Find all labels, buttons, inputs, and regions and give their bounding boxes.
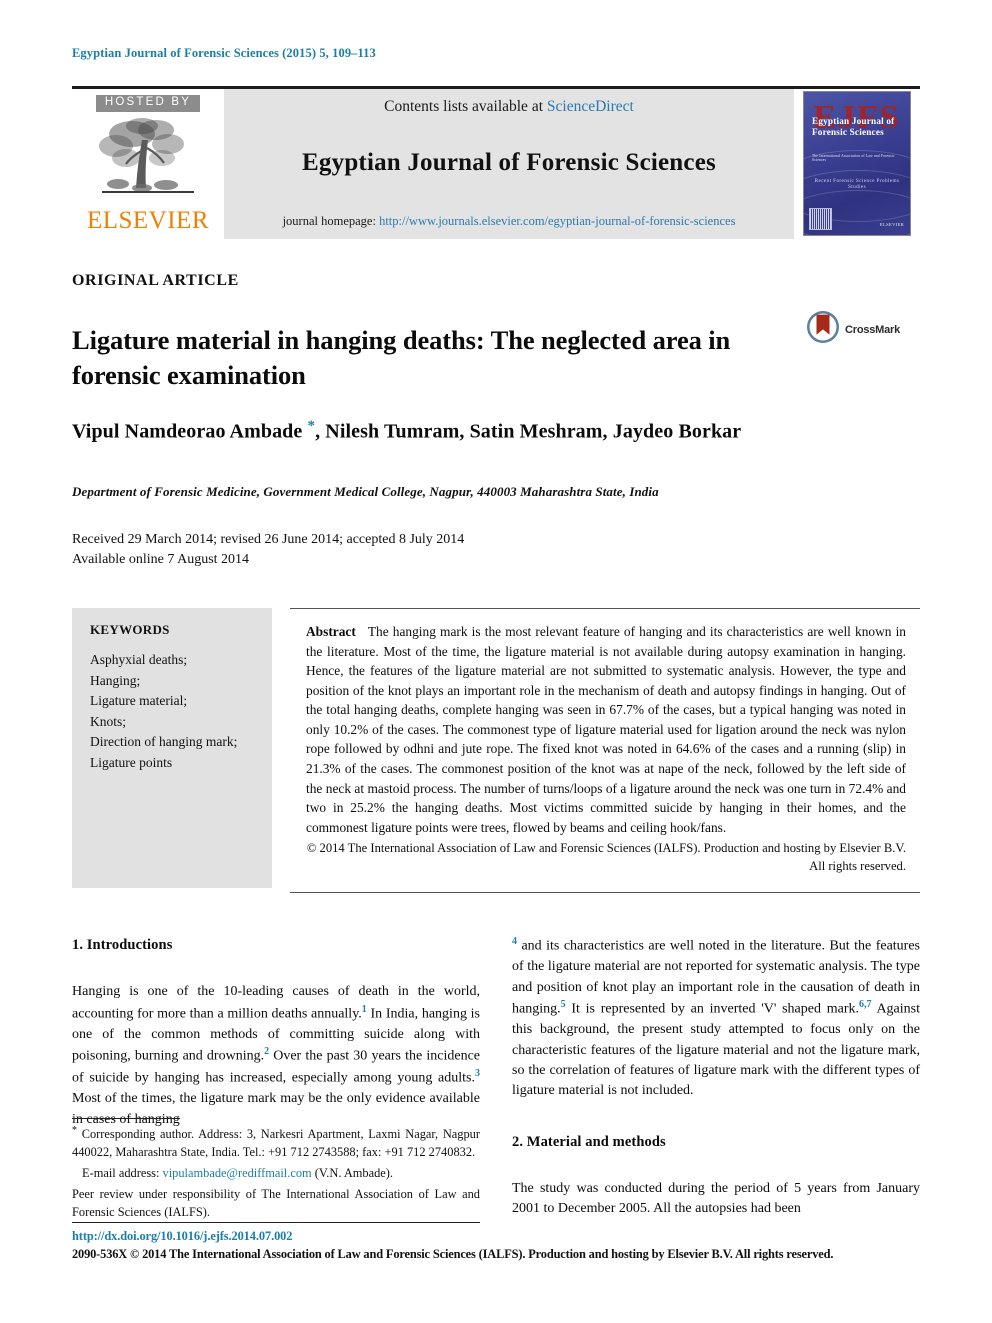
reference-link-6-7[interactable]: 6,7 bbox=[859, 999, 872, 1010]
received-dates: Received 29 March 2014; revised 26 June … bbox=[72, 532, 465, 547]
abstract-text: The hanging mark is the most relevant fe… bbox=[306, 624, 906, 835]
contents-prefix: Contents lists available at bbox=[384, 98, 544, 115]
cover-title: Egyptian Journal of Forensic Sciences bbox=[812, 116, 895, 138]
masthead-center: Contents lists available at ScienceDirec… bbox=[224, 89, 794, 239]
corresponding-author-note: * Corresponding author. Address: 3, Nark… bbox=[72, 1124, 480, 1162]
crossmark-icon bbox=[806, 310, 840, 349]
article-type: ORIGINAL ARTICLE bbox=[72, 272, 239, 289]
keywords-box: KEYWORDS Asphyxial deaths; Hanging; Liga… bbox=[72, 608, 272, 888]
footer-copyright: 2090-536X © 2014 The International Assoc… bbox=[72, 1246, 834, 1261]
email-label: E-mail address: bbox=[82, 1165, 160, 1180]
doi-link[interactable]: http://dx.doi.org/10.1016/j.ejfs.2014.07… bbox=[72, 1228, 922, 1246]
elsevier-tree-icon bbox=[96, 116, 200, 207]
affiliation: Department of Forensic Medicine, Governm… bbox=[72, 484, 659, 499]
footnote-block: * Corresponding author. Address: 3, Nark… bbox=[72, 1118, 480, 1224]
section-heading-material-methods: 2. Material and methods bbox=[512, 1133, 666, 1150]
body-column-left: 1. Introductions Hanging is one of the 1… bbox=[72, 935, 480, 1142]
abstract-rule-bottom bbox=[290, 892, 920, 893]
sciencedirect-link[interactable]: ScienceDirect bbox=[547, 98, 634, 115]
abstract-copyright: © 2014 The International Association of … bbox=[306, 841, 906, 874]
cover-subtitle: The International Association of Law and… bbox=[812, 154, 895, 162]
email-owner: (V.N. Ambade). bbox=[314, 1165, 394, 1180]
section-heading-introduction: 1. Introductions bbox=[72, 937, 173, 953]
abstract-label: Abstract bbox=[306, 624, 356, 639]
corresponding-author-marker: * bbox=[307, 418, 316, 434]
article-page: Egyptian Journal of Forensic Sciences (2… bbox=[0, 0, 992, 1323]
methods-paragraph: The study was conducted during the perio… bbox=[512, 1180, 920, 1217]
footer-rule bbox=[72, 1222, 480, 1223]
cover-barcode-icon bbox=[809, 208, 832, 230]
crossmark-badge[interactable]: CrossMark bbox=[806, 310, 900, 349]
page-footer: http://dx.doi.org/10.1016/j.ejfs.2014.07… bbox=[72, 1228, 922, 1263]
cover-publisher: ELSEVIER bbox=[879, 222, 904, 228]
cover-band-text: Recent Forensic Science Problems Studies bbox=[814, 178, 900, 190]
hosted-by-badge: HOSTED BY bbox=[95, 95, 201, 112]
keywords-heading: KEYWORDS bbox=[90, 622, 170, 637]
article-title: Ligature material in hanging deaths: The… bbox=[72, 324, 731, 390]
intro-text-f: It is represented by an inverted 'V' sha… bbox=[565, 1001, 859, 1017]
introduction-paragraph-right: Most of the times, the ligature mark may… bbox=[512, 935, 920, 1102]
author-names-rest: , Nilesh Tumram, Satin Meshram, Jaydeo B… bbox=[315, 420, 742, 443]
available-online-date: Available online 7 August 2014 bbox=[72, 552, 250, 568]
email-note: E-mail address: vipulambade@rediffmail.c… bbox=[72, 1165, 480, 1183]
abstract-block: Abstract The hanging mark is the most rel… bbox=[306, 622, 906, 875]
corresponding-author-text: Corresponding author. Address: 3, Narkes… bbox=[72, 1127, 480, 1159]
journal-cover-image: EJFS Egyptian Journal of Forensic Scienc… bbox=[803, 91, 911, 236]
footnote-star-marker: * bbox=[72, 1125, 77, 1136]
elsevier-wordmark: ELSEVIER bbox=[86, 206, 210, 234]
abstract-rule-top bbox=[290, 608, 920, 609]
running-head: Egyptian Journal of Forensic Sciences (2… bbox=[72, 46, 376, 60]
publisher-block: HOSTED BY ELSEVIER bbox=[72, 89, 224, 239]
body-column-right: Most of the times, the ligature mark may… bbox=[512, 935, 920, 1232]
author-names: Vipul Namdeorao Ambade bbox=[72, 420, 308, 443]
introduction-paragraph-left: Hanging is one of the 10-leading causes … bbox=[72, 982, 480, 1130]
email-link[interactable]: vipulambade@rediffmail.com bbox=[163, 1166, 312, 1180]
journal-homepage-line: journal homepage: http://www.journals.el… bbox=[283, 214, 736, 229]
reference-link-3[interactable]: 3 bbox=[475, 1068, 480, 1079]
contents-available-line: Contents lists available at ScienceDirec… bbox=[384, 98, 634, 116]
peer-review-note: Peer review under responsibility of The … bbox=[72, 1186, 480, 1219]
homepage-prefix: journal homepage: bbox=[282, 214, 376, 228]
keywords-list: Asphyxial deaths; Hanging; Ligature mate… bbox=[90, 652, 238, 770]
journal-title: Egyptian Journal of Forensic Sciences bbox=[302, 149, 716, 176]
author-list: Vipul Namdeorao Ambade *, Nilesh Tumram,… bbox=[72, 418, 912, 444]
journal-cover-block: EJFS Egyptian Journal of Forensic Scienc… bbox=[794, 89, 920, 239]
journal-masthead: HOSTED BY ELSEVIER Contents lists availa… bbox=[72, 86, 920, 239]
crossmark-label: CrossMark bbox=[845, 323, 901, 336]
article-dates: Received 29 March 2014; revised 26 June … bbox=[72, 530, 672, 571]
journal-homepage-link[interactable]: http://www.journals.elsevier.com/egyptia… bbox=[379, 214, 735, 228]
footnote-rule bbox=[72, 1118, 180, 1119]
